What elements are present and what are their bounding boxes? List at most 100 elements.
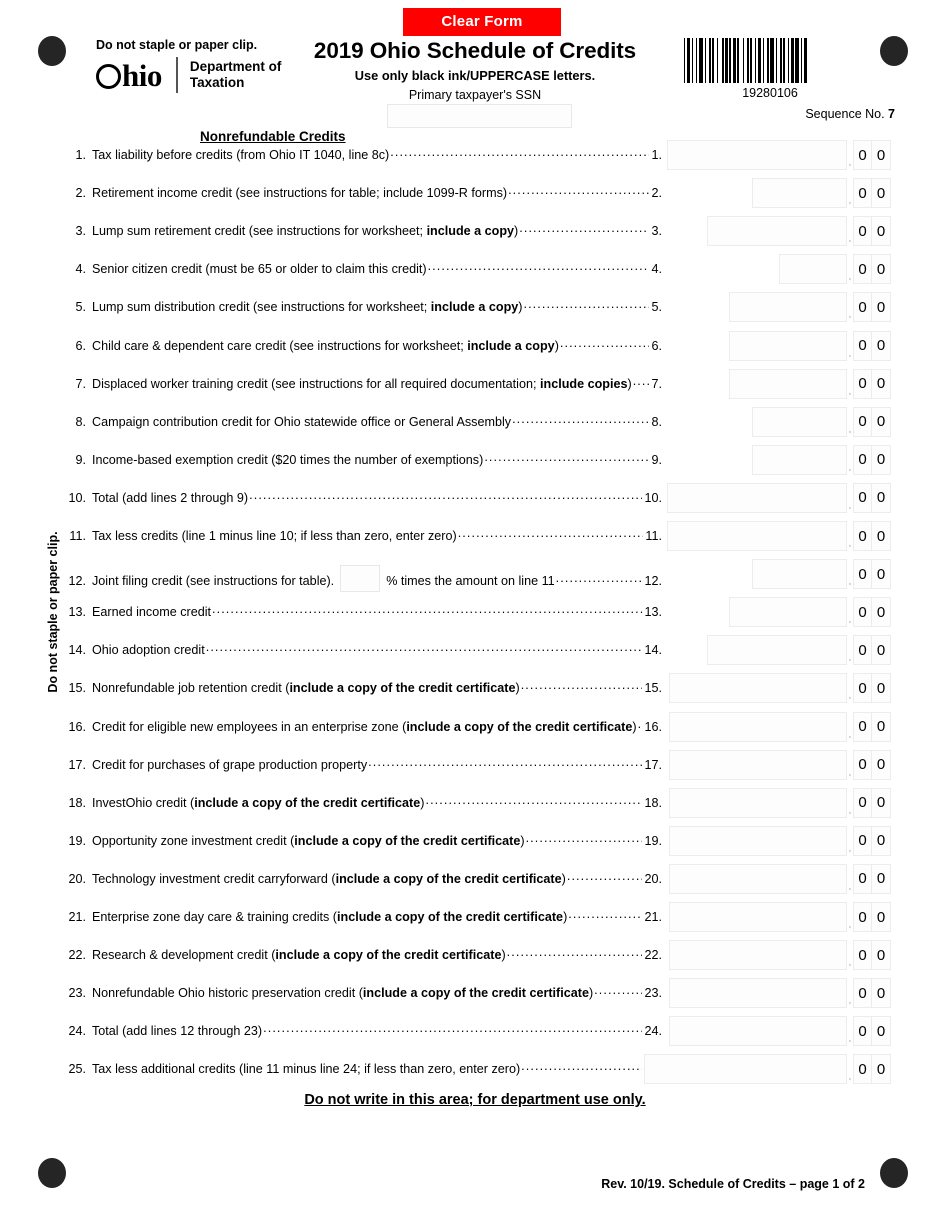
amount-input-line-11[interactable] — [667, 521, 847, 551]
dot-leader — [567, 869, 643, 883]
line-number: 16. — [68, 719, 86, 734]
cents-ones-input-line-24[interactable] — [872, 1016, 891, 1047]
cents-tens-input-line-18[interactable] — [853, 787, 872, 818]
amount-input-line-12[interactable] — [752, 559, 847, 590]
amount-group-line-11: . — [667, 521, 891, 551]
cents-tens-input-line-19[interactable] — [853, 825, 872, 856]
cents-ones-input-line-11[interactable] — [872, 521, 891, 551]
amount-input-line-8[interactable] — [752, 406, 847, 437]
cents-tens-input-line-15[interactable] — [853, 673, 872, 704]
cents-tens-input-line-2[interactable] — [853, 178, 872, 209]
dot-leader — [263, 1021, 642, 1035]
amount-input-line-14[interactable] — [707, 635, 847, 666]
cents-ones-input-line-3[interactable] — [872, 216, 891, 247]
dot-leader — [484, 450, 649, 464]
cents-tens-input-line-24[interactable] — [853, 1016, 872, 1047]
cents-ones-input-line-9[interactable] — [872, 444, 891, 475]
cents-ones-input-line-16[interactable] — [872, 711, 891, 742]
cents-tens-input-line-8[interactable] — [853, 406, 872, 437]
cents-ones-input-line-15[interactable] — [872, 673, 891, 704]
cents-tens-input-line-3[interactable] — [853, 216, 872, 247]
amount-input-line-22[interactable] — [669, 940, 847, 971]
cents-ones-input-line-5[interactable] — [872, 292, 891, 323]
cents-ones-input-line-20[interactable] — [872, 863, 891, 894]
amount-input-line-13[interactable] — [729, 597, 847, 628]
amount-input-line-10[interactable] — [667, 482, 847, 513]
amount-input-line-6[interactable] — [729, 330, 847, 361]
amount-input-line-5[interactable] — [729, 292, 847, 323]
cents-tens-input-line-7[interactable] — [853, 368, 872, 399]
joint-filing-percent-input[interactable] — [340, 565, 381, 593]
cents-tens-input-line-6[interactable] — [853, 330, 872, 361]
cents-ones-input-line-2[interactable] — [872, 178, 891, 209]
cents-ones-input-line-18[interactable] — [872, 787, 891, 818]
amount-group-line-24: . — [669, 1016, 891, 1047]
cents-tens-input-line-13[interactable] — [853, 597, 872, 628]
dot-leader — [568, 907, 642, 921]
cents-tens-input-line-16[interactable] — [853, 711, 872, 742]
cents-ones-input-line-17[interactable] — [872, 749, 891, 780]
cents-tens-input-line-5[interactable] — [853, 292, 872, 323]
clear-form-button[interactable]: Clear Form — [403, 8, 561, 36]
dot-leader — [556, 571, 643, 585]
amount-input-line-17[interactable] — [669, 749, 847, 780]
cents-ones-input-line-23[interactable] — [872, 978, 891, 1009]
amount-input-line-24[interactable] — [669, 1016, 847, 1047]
cents-tens-input-line-23[interactable] — [853, 978, 872, 1009]
amount-input-line-15[interactable] — [669, 673, 847, 704]
amount-input-line-9[interactable] — [752, 444, 847, 475]
cents-ones-input-line-6[interactable] — [872, 330, 891, 361]
cents-ones-input-line-19[interactable] — [872, 825, 891, 856]
cents-ones-input-line-4[interactable] — [872, 254, 891, 285]
cents-ones-input-line-25[interactable] — [872, 1054, 891, 1085]
ssn-input[interactable] — [387, 104, 572, 128]
amount-input-line-18[interactable] — [669, 787, 847, 818]
line-number: 17. — [68, 757, 86, 772]
line-description: Credit for purchases of grape production… — [92, 757, 368, 772]
cents-ones-input-line-10[interactable] — [872, 482, 891, 513]
cents-tens-input-line-1[interactable] — [853, 140, 872, 170]
amount-input-line-16[interactable] — [669, 711, 847, 742]
cents-tens-input-line-20[interactable] — [853, 863, 872, 894]
form-line-17: 17. Credit for purchases of grape product… — [62, 758, 662, 776]
cents-tens-input-line-12[interactable] — [853, 559, 872, 590]
cents-ones-input-line-7[interactable] — [872, 368, 891, 399]
cents-tens-input-line-17[interactable] — [853, 749, 872, 780]
cents-tens-input-line-25[interactable] — [853, 1054, 872, 1085]
amount-input-line-4[interactable] — [779, 254, 847, 285]
amount-group-line-22: . — [669, 940, 891, 971]
dot-leader — [508, 183, 649, 197]
amount-input-line-19[interactable] — [669, 825, 847, 856]
cents-tens-input-line-10[interactable] — [853, 482, 872, 513]
cents-tens-input-line-11[interactable] — [853, 521, 872, 551]
amount-input-line-7[interactable] — [729, 368, 847, 399]
line-number-right: 12. — [644, 573, 662, 588]
cents-ones-input-line-1[interactable] — [872, 140, 891, 170]
form-line-11: 11. Tax less credits (line 1 minus line 1… — [62, 529, 662, 547]
cents-ones-input-line-22[interactable] — [872, 940, 891, 971]
amount-input-line-20[interactable] — [669, 863, 847, 894]
amount-input-line-21[interactable] — [669, 902, 847, 932]
cents-tens-input-line-9[interactable] — [853, 444, 872, 475]
form-page: Clear Form Do not staple or paper clip. … — [0, 0, 950, 1230]
cents-tens-input-line-4[interactable] — [853, 254, 872, 285]
amount-input-line-1[interactable] — [667, 140, 847, 170]
cents-ones-input-line-21[interactable] — [872, 902, 891, 932]
dot-leader — [521, 1059, 642, 1073]
cents-ones-input-line-13[interactable] — [872, 597, 891, 628]
cents-ones-input-line-8[interactable] — [872, 406, 891, 437]
cents-ones-input-line-14[interactable] — [872, 635, 891, 666]
do-not-staple-note-side: Do not staple or paper clip. — [46, 531, 60, 693]
cents-tens-input-line-14[interactable] — [853, 635, 872, 666]
line-number: 21. — [68, 910, 86, 924]
amount-input-line-23[interactable] — [669, 978, 847, 1009]
amount-input-line-2[interactable] — [752, 178, 847, 209]
dot-leader — [521, 678, 643, 692]
amount-input-line-25[interactable] — [644, 1054, 847, 1085]
cents-tens-input-line-22[interactable] — [853, 940, 872, 971]
cents-tens-input-line-21[interactable] — [853, 902, 872, 932]
cents-ones-input-line-12[interactable] — [872, 559, 891, 590]
amount-input-line-3[interactable] — [707, 216, 847, 247]
dot-leader — [512, 412, 649, 426]
amount-group-line-12: . — [752, 559, 891, 590]
